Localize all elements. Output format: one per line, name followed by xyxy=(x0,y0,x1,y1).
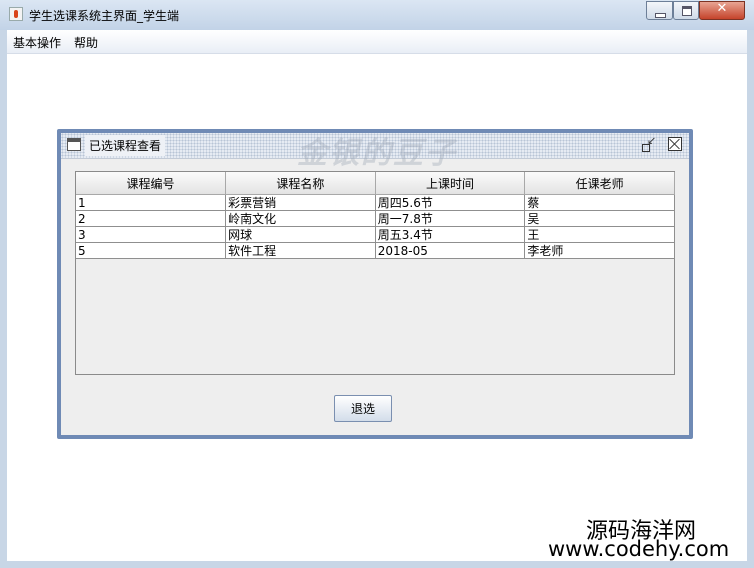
cell-course-name[interactable]: 岭南文化 xyxy=(225,210,376,227)
cell-course-id[interactable]: 2 xyxy=(76,210,227,227)
column-header-class-time[interactable]: 上课时间 xyxy=(374,172,526,195)
table-row[interactable]: 3 网球 周五3.4节 王 xyxy=(76,226,675,243)
menu-basic-operations[interactable]: 基本操作 xyxy=(13,34,61,51)
selected-courses-frame: 已选课程查看 课程编号 课程名称 上课时间 任课老师 xyxy=(57,129,693,439)
maximize-button[interactable] xyxy=(673,1,699,20)
close-button[interactable]: ✕ xyxy=(699,1,745,20)
watermark-corner-url: www.codehy.com xyxy=(548,537,730,561)
drop-course-button[interactable]: 退选 xyxy=(334,395,392,422)
courses-table: 课程编号 课程名称 上课时间 任课老师 1 彩票营销 周四5.6节 蔡 2 岭南… xyxy=(76,172,675,259)
cell-class-time[interactable]: 周一7.8节 xyxy=(374,210,526,227)
courses-table-scrollpane[interactable]: 课程编号 课程名称 上课时间 任课老师 1 彩票营销 周四5.6节 蔡 2 岭南… xyxy=(75,171,675,375)
java-app-icon xyxy=(9,7,23,21)
cell-teacher[interactable]: 王 xyxy=(524,226,675,243)
frame-content: 已选课程查看 课程编号 课程名称 上课时间 任课老师 xyxy=(61,133,689,435)
window-titlebar[interactable]: 学生选课系统主界面_学生端 ✕ xyxy=(0,0,754,30)
watermark-center: 金银的豆子 xyxy=(297,136,457,171)
cell-course-id[interactable]: 3 xyxy=(76,226,227,243)
frame-window-icon xyxy=(67,138,81,151)
cell-course-id[interactable]: 1 xyxy=(76,194,227,211)
menu-bar: 基本操作 帮助 xyxy=(7,30,747,54)
cell-teacher[interactable]: 吴 xyxy=(524,210,675,227)
cell-teacher[interactable]: 蔡 xyxy=(524,194,675,211)
column-header-course-id[interactable]: 课程编号 xyxy=(76,172,227,195)
cell-class-time[interactable]: 2018-05 xyxy=(374,242,526,259)
window-title: 学生选课系统主界面_学生端 xyxy=(29,9,180,23)
frame-close-icon[interactable] xyxy=(668,137,682,151)
cell-course-name[interactable]: 软件工程 xyxy=(225,242,376,259)
frame-title: 已选课程查看 xyxy=(85,135,166,156)
cell-class-time[interactable]: 周四5.6节 xyxy=(374,194,526,211)
table-row[interactable]: 2 岭南文化 周一7.8节 吴 xyxy=(76,210,675,227)
cell-course-id[interactable]: 5 xyxy=(76,242,227,259)
column-header-course-name[interactable]: 课程名称 xyxy=(225,172,376,195)
iconify-icon[interactable] xyxy=(641,134,657,153)
cell-teacher[interactable]: 李老师 xyxy=(524,242,675,259)
cell-course-name[interactable]: 彩票营销 xyxy=(225,194,376,211)
close-icon: ✕ xyxy=(716,1,728,16)
column-header-teacher[interactable]: 任课老师 xyxy=(524,172,675,195)
table-row[interactable]: 5 软件工程 2018-05 李老师 xyxy=(76,242,675,259)
table-header-row: 课程编号 课程名称 上课时间 任课老师 xyxy=(76,172,675,195)
main-window: 学生选课系统主界面_学生端 ✕ 基本操作 帮助 已选课程查看 ↙ 课程编号 课程… xyxy=(0,0,754,568)
minimize-button[interactable] xyxy=(646,1,673,20)
cell-course-name[interactable]: 网球 xyxy=(225,226,376,243)
table-row[interactable]: 1 彩票营销 周四5.6节 蔡 xyxy=(76,194,675,211)
menu-help[interactable]: 帮助 xyxy=(74,34,98,51)
cell-class-time[interactable]: 周五3.4节 xyxy=(374,226,526,243)
